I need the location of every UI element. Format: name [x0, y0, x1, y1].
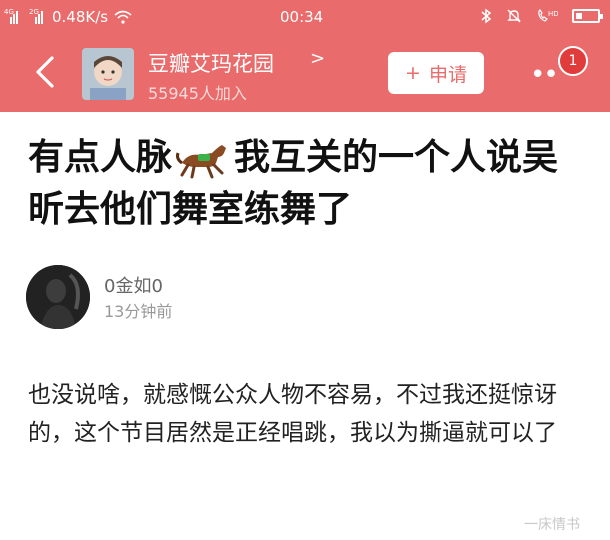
status-right: HD — [480, 8, 603, 24]
child-photo-image — [82, 48, 134, 100]
group-header: 豆瓣艾玛花园 > 55945人加入 + 申请 •• 1 — [0, 36, 610, 112]
watermark: 一床情书 — [524, 517, 580, 533]
author-photo-image — [26, 265, 90, 329]
signal-icon-2g: 2G — [29, 8, 46, 24]
clock: 00:34 — [280, 8, 324, 26]
notification-badge[interactable]: 1 — [558, 46, 588, 76]
battery-icon — [572, 9, 603, 23]
horse-emoji-icon — [176, 145, 227, 179]
apply-button[interactable]: + 申请 — [388, 52, 484, 94]
status-bar: 4G 2G 0.48K/s 00:34 HD — [0, 0, 610, 36]
network-type-a: 4G — [4, 8, 14, 16]
author-avatar[interactable] — [26, 265, 90, 329]
wifi-icon — [114, 10, 132, 24]
author-name[interactable]: 0金如0 — [104, 272, 163, 298]
group-avatar[interactable] — [82, 48, 134, 100]
svg-text:HD: HD — [548, 10, 558, 18]
battery-fill — [576, 13, 582, 19]
apply-label: 申请 — [428, 63, 467, 86]
status-left: 4G 2G 0.48K/s — [4, 8, 132, 26]
plus-icon: + — [405, 62, 421, 84]
post-title: 有点人脉 我互关的一个人说吴昕去他们舞室练舞了 — [28, 132, 588, 236]
back-arrow-icon[interactable] — [28, 52, 68, 92]
network-speed: 0.48K/s — [52, 8, 109, 26]
member-count: 55945人加入 — [148, 84, 247, 103]
network-type-b: 2G — [29, 8, 39, 16]
hd-call-icon: HD — [538, 9, 558, 22]
post-body: 也没说啥，就感慨公众人物不容易，不过我还挺惊讶的，这个节目居然是正经唱跳，我以为… — [28, 382, 557, 446]
title-part-1: 有点人脉 — [28, 137, 173, 178]
mute-bell-icon — [507, 9, 521, 23]
chevron-right-icon[interactable]: > — [310, 48, 325, 69]
signal-icon-4g: 4G — [4, 8, 21, 24]
more-icon[interactable]: •• — [530, 60, 559, 90]
bluetooth-icon — [481, 8, 492, 24]
post-timestamp: 13分钟前 — [104, 302, 173, 321]
group-name[interactable]: 豆瓣艾玛花园 — [148, 48, 274, 78]
